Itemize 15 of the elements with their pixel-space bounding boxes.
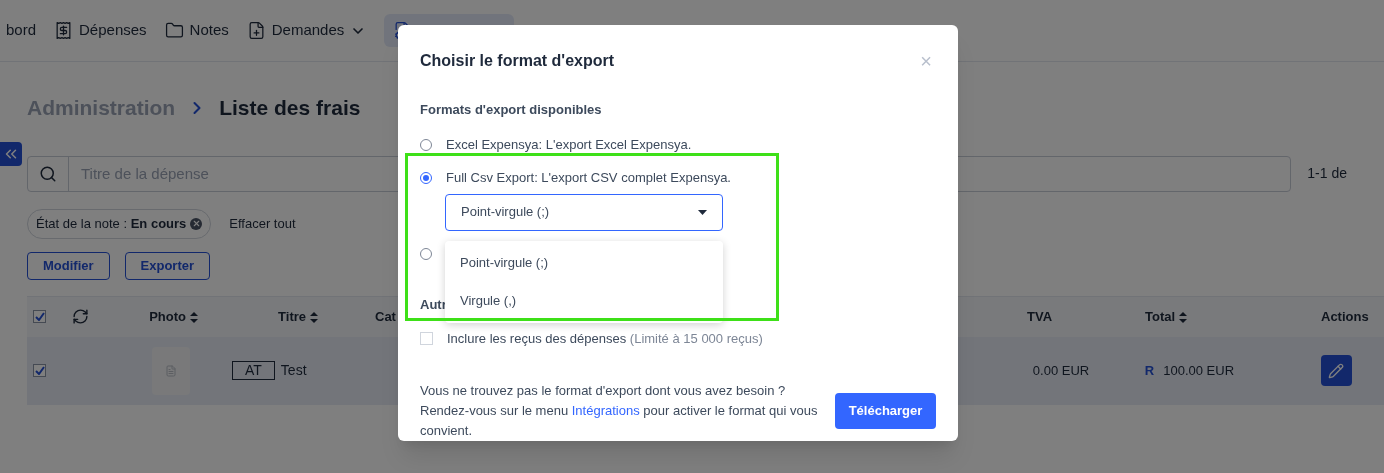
column-header: Actions [1321, 307, 1369, 326]
table-cell-text: Test [280, 361, 308, 380]
column-header: TVA [1027, 307, 1054, 326]
section-heading: Formats d'export disponibles [420, 101, 603, 119]
page-title: Liste des frais [219, 95, 361, 121]
dialog-title: Choisir le format d'export [420, 51, 615, 71]
table-cell-text: 0.00 EUR [1032, 361, 1091, 380]
help-text: Vous ne trouvez pas le format d'export dont vous avez besoin ? Rendez-vous sur le menu Intégrations pour activer le format qui vous convient. [420, 381, 819, 440]
tag: AT [232, 361, 275, 380]
filter-label: État de la note : En cours [36, 214, 187, 233]
section-heading: Autr [420, 295, 447, 314]
column-header: Cat [375, 307, 397, 326]
pagination-text: 1-1 de [1307, 164, 1347, 183]
table-cell-text: 100.00 EUR [1163, 361, 1235, 380]
reimbursable-mark: R [1144, 361, 1155, 380]
